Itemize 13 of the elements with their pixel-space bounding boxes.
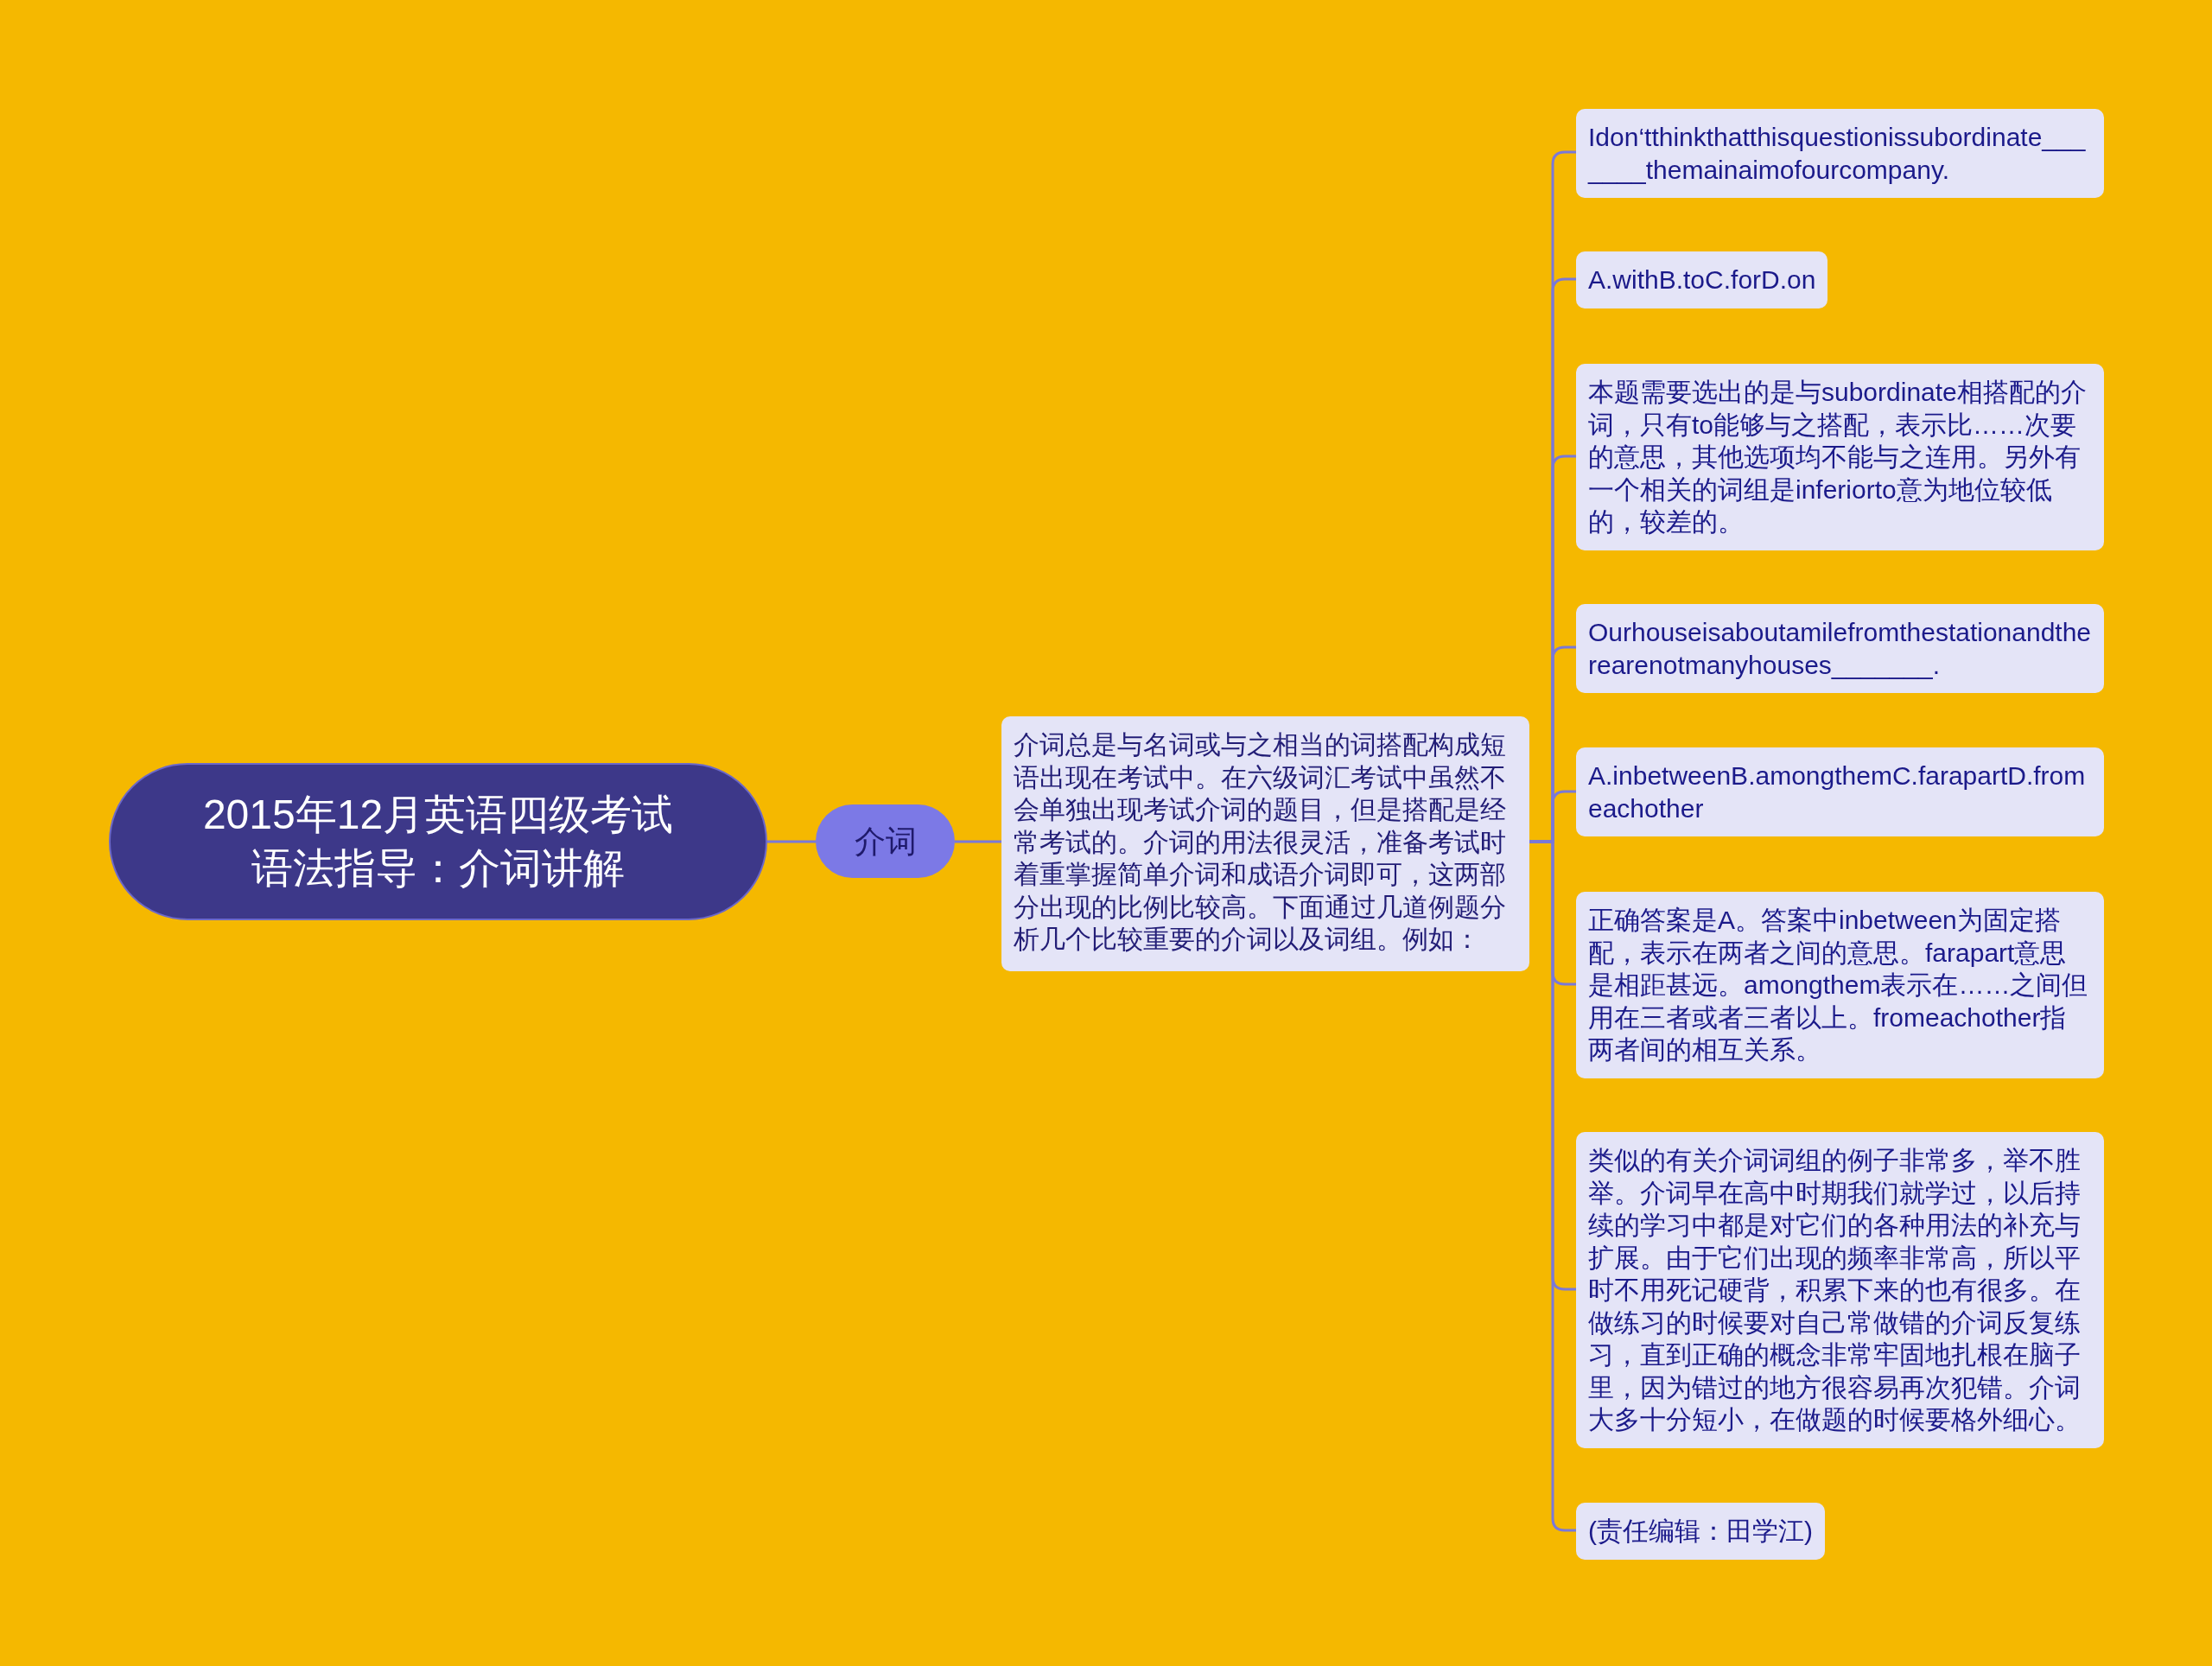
root-topic[interactable]: 2015年12月英语四级考试 语法指导：介词讲解: [109, 763, 767, 920]
note-node[interactable]: (责任编辑：田学江): [1576, 1503, 1825, 1560]
note-node[interactable]: 正确答案是A。答案中inbetween为固定搭配，表示在两者之间的意思。farapart意思是相距甚远。amongthem表示在……之间但用在三者或者三者以上。fromeachother指两者间的相互关系。: [1576, 892, 2104, 1078]
branch-topic[interactable]: 介词: [816, 804, 955, 878]
connector-line: [955, 840, 1001, 843]
connector-line: [767, 840, 816, 843]
note-node[interactable]: Ourhouseisaboutamilefromthestationandtherearenotmanyhouses_______.: [1576, 604, 2104, 693]
note-node[interactable]: A.inbetweenB.amongthemC.farapartD.fromeachother: [1576, 747, 2104, 836]
note-node[interactable]: A.withB.toC.forD.on: [1576, 251, 1828, 308]
note-node[interactable]: 类似的有关介词词组的例子非常多，举不胜举。介词早在高中时期我们就学过，以后持续的学习中都是对它们的各种用法的补充与扩展。由于它们出现的频率非常高，所以平时不用死记硬背，积累下来的也有很多。在做练习的时候要对自己常做错的介词反复练习，直到正确的概念非常牢固地扎根在脑子里，因为错过的地方很容易再次犯错。介词大多十分短小，在做题的时候要格外细心。: [1576, 1132, 2104, 1448]
note-node[interactable]: 本题需要选出的是与subordinate相搭配的介词，只有to能够与之搭配，表示比……次要的意思，其他选项均不能与之连用。另外有一个相关的词组是inferiorto意为地位较低的，较差的。: [1576, 364, 2104, 550]
note-node[interactable]: Idon‘tthinkthatthisquestionissubordinate_______themainaimofourcompany.: [1576, 109, 2104, 198]
intro-node[interactable]: 介词总是与名词或与之相当的词搭配构成短语出现在考试中。在六级词汇考试中虽然不会单独出现考试介词的题目，但是搭配是经常考试的。介词的用法很灵活，准备考试时着重掌握简单介词和成语介词即可，这两部分出现的比例比较高。下面通过几道例题分析几个比较重要的介词以及词组。例如：: [1001, 716, 1529, 971]
